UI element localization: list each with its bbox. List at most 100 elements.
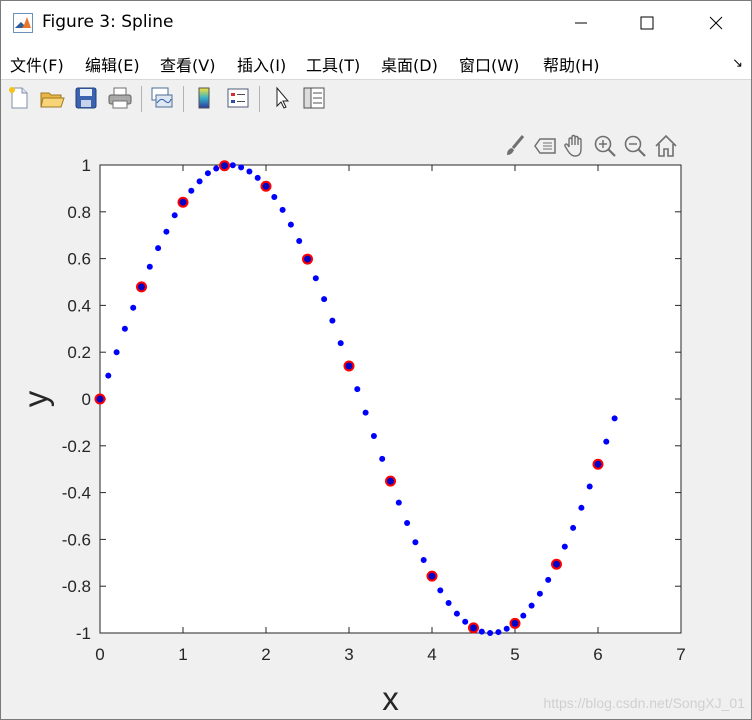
dense-data-point bbox=[321, 296, 328, 303]
dense-data-point bbox=[238, 164, 245, 171]
new-figure-icon[interactable] bbox=[6, 85, 32, 111]
dense-data-point bbox=[113, 349, 120, 356]
x-tick-label: 3 bbox=[344, 645, 353, 664]
toolbar-separator bbox=[259, 86, 260, 112]
dense-data-point bbox=[146, 263, 153, 270]
dense-data-point bbox=[445, 600, 452, 607]
dense-data-point bbox=[229, 162, 236, 169]
legend-icon[interactable] bbox=[225, 85, 251, 111]
dense-data-point bbox=[370, 432, 377, 439]
sample-data-point bbox=[136, 281, 147, 293]
minimize-icon bbox=[575, 22, 587, 24]
plot-canvas[interactable]: 0 1 2 3 4 5 6 7 1 0.8 0.6 0.4 0.2 0 -0.2 -0.4 -0.6 -0.8 -1… bbox=[1, 118, 751, 719]
dense-data-point bbox=[171, 212, 178, 219]
menu-tools[interactable]: 工具(T) bbox=[306, 52, 360, 76]
print-icon[interactable] bbox=[107, 85, 133, 111]
dense-data-point bbox=[155, 245, 162, 252]
dense-data-point bbox=[412, 539, 419, 546]
dense-data-point bbox=[213, 165, 220, 172]
matlab-logo-icon bbox=[13, 13, 33, 33]
dense-data-point bbox=[586, 483, 593, 490]
dense-data-point bbox=[362, 409, 369, 416]
menu-view[interactable]: 查看(V) bbox=[160, 52, 215, 76]
toolbar-separator bbox=[141, 86, 142, 112]
dense-data-point bbox=[204, 170, 211, 177]
dense-data-point bbox=[495, 629, 502, 636]
dense-data-point bbox=[437, 587, 444, 594]
dense-data-point bbox=[503, 625, 510, 632]
dense-data-point bbox=[462, 618, 469, 625]
minimize-button[interactable] bbox=[558, 1, 604, 45]
menu-desktop[interactable]: 桌面(D) bbox=[381, 52, 438, 76]
menu-insert[interactable]: 插入(I) bbox=[237, 52, 286, 76]
x-tick-label: 4 bbox=[427, 645, 436, 664]
y-tick-label: 0.2 bbox=[67, 343, 91, 362]
figure-window: Figure 3: Spline 文件(F) 编辑(E) 查看(V) 插入(I)… bbox=[0, 0, 752, 720]
dense-data-point bbox=[163, 228, 170, 235]
y-tick-label: -0.8 bbox=[62, 577, 91, 596]
dense-data-point bbox=[520, 612, 527, 619]
sample-data-point bbox=[551, 558, 562, 570]
dense-data-point bbox=[196, 178, 203, 185]
dense-data-point bbox=[246, 168, 253, 175]
y-tick-label: 0 bbox=[82, 390, 91, 409]
menu-window[interactable]: 窗口(W) bbox=[459, 52, 519, 76]
dense-data-point bbox=[130, 304, 137, 311]
dense-data-point bbox=[487, 630, 494, 636]
dense-data-point bbox=[536, 590, 543, 597]
dense-data-point bbox=[105, 372, 112, 379]
axes-background bbox=[99, 164, 682, 634]
x-tick-label: 1 bbox=[178, 645, 187, 664]
dense-data-point bbox=[121, 325, 128, 332]
sample-data-point bbox=[592, 458, 604, 470]
close-button[interactable] bbox=[693, 1, 739, 45]
y-tick-label: -0.4 bbox=[62, 484, 91, 503]
dense-data-point bbox=[420, 556, 427, 563]
y-tick-label: 0.6 bbox=[67, 250, 91, 269]
maximize-icon bbox=[640, 16, 654, 30]
dense-data-point bbox=[354, 386, 361, 393]
sample-data-point bbox=[260, 180, 272, 192]
sample-data-point bbox=[177, 196, 189, 208]
dense-data-point bbox=[545, 576, 552, 583]
dense-data-point bbox=[287, 221, 294, 228]
menu-dock-arrow-icon[interactable]: ↘ bbox=[732, 55, 743, 71]
toolbar-separator bbox=[183, 86, 184, 112]
dense-data-point bbox=[578, 504, 585, 511]
x-axis-label: x bbox=[382, 680, 399, 717]
colorbar-icon[interactable] bbox=[191, 85, 217, 111]
y-tick-label: -1 bbox=[76, 624, 91, 643]
link-plot-icon[interactable] bbox=[149, 85, 175, 111]
menu-file[interactable]: 文件(F) bbox=[10, 52, 64, 76]
dense-data-point bbox=[453, 610, 460, 617]
dense-data-point bbox=[188, 187, 195, 194]
dense-data-point bbox=[404, 520, 411, 527]
dense-data-point bbox=[337, 340, 344, 347]
menu-help[interactable]: 帮助(H) bbox=[543, 52, 600, 76]
dense-data-point bbox=[312, 275, 319, 282]
menu-edit[interactable]: 编辑(E) bbox=[85, 52, 140, 76]
sample-data-point bbox=[94, 393, 106, 405]
sample-data-point bbox=[302, 253, 313, 265]
menu-bar: 文件(F) 编辑(E) 查看(V) 插入(I) 工具(T) 桌面(D) 窗口(W… bbox=[1, 45, 751, 79]
watermark-text: https://blog.csdn.net/SongXJ_01 bbox=[543, 695, 745, 711]
property-inspector-icon[interactable] bbox=[301, 85, 327, 111]
save-icon[interactable] bbox=[73, 85, 99, 111]
maximize-button[interactable] bbox=[624, 1, 670, 45]
dense-data-point bbox=[570, 524, 577, 531]
dense-data-point bbox=[611, 415, 618, 422]
sample-data-point bbox=[219, 160, 230, 172]
open-file-icon[interactable] bbox=[39, 85, 65, 111]
dense-data-point bbox=[478, 628, 485, 635]
dense-data-point bbox=[329, 317, 336, 324]
dense-data-point bbox=[528, 602, 535, 609]
dense-data-point bbox=[379, 455, 386, 462]
y-tick-label: 1 bbox=[82, 156, 91, 175]
dense-data-point bbox=[603, 438, 610, 445]
window-title: Figure 3: Spline bbox=[42, 12, 174, 32]
pointer-icon[interactable] bbox=[269, 85, 295, 111]
title-bar: Figure 3: Spline bbox=[1, 1, 751, 45]
y-tick-label: 0.4 bbox=[67, 296, 91, 315]
close-icon bbox=[709, 16, 723, 30]
sample-data-point bbox=[426, 570, 438, 582]
